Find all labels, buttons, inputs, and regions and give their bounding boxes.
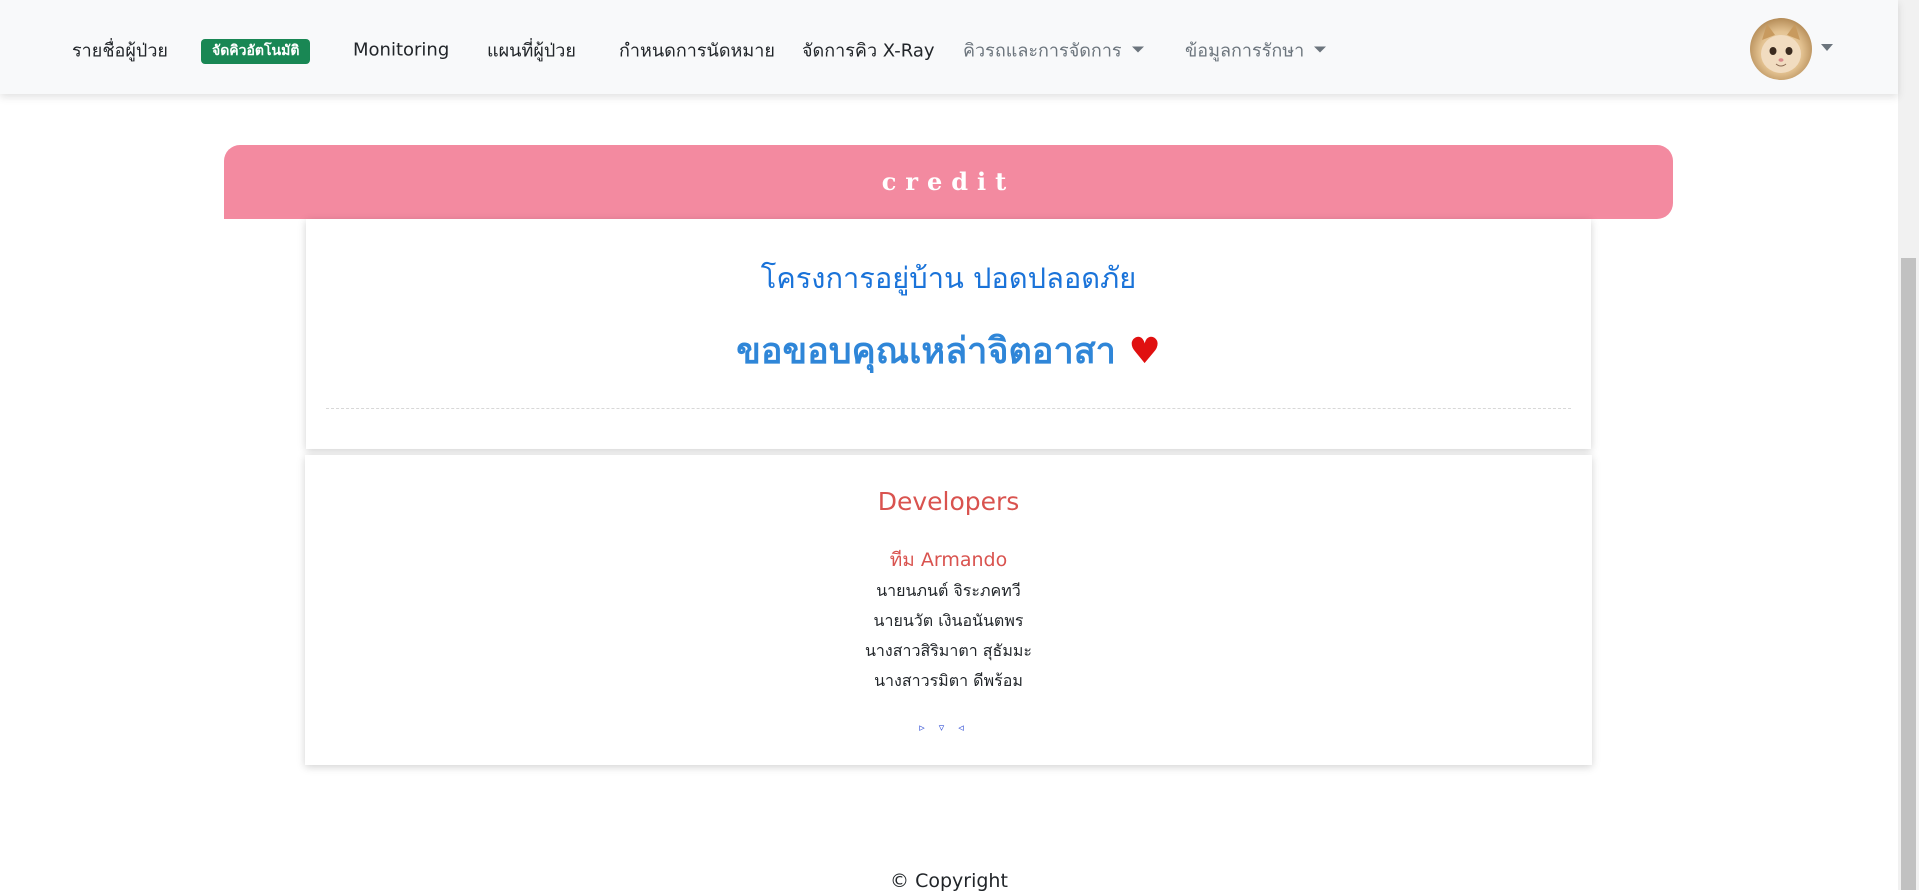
user-menu-caret-icon[interactable] xyxy=(1821,44,1833,51)
developer-member: นายนวัต เงินอนันตพร xyxy=(873,611,1024,630)
developers-title: Developers xyxy=(877,487,1020,516)
nav-patient-list[interactable]: รายชื่อผู้ป่วย xyxy=(72,36,168,65)
developers-card: Developers ทีม Armando นายนภนต์ จิระภคทว… xyxy=(305,455,1592,765)
team-name: ทีม Armando xyxy=(889,549,1008,571)
user-avatar[interactable] xyxy=(1750,18,1812,80)
nav-appointments[interactable]: กำหนดการนัดหมาย xyxy=(619,36,775,65)
credit-banner: credit xyxy=(224,145,1673,219)
developer-member: นางสาวรมิตา ดีพร้อม xyxy=(874,671,1023,690)
project-title: โครงการอยู่บ้าน ปอดปลอดภัย xyxy=(760,261,1137,295)
developer-member: นางสาวสิริมาตา สุธัมมะ xyxy=(864,641,1033,660)
top-navbar: รายชื่อผู้ป่วย จัดคิวอัตโนมัติ Monitorin… xyxy=(0,0,1898,94)
copyright-text: © Copyright xyxy=(890,870,1008,892)
nav-treatment-label: ข้อมูลการรักษา xyxy=(1185,40,1305,62)
thanks-text: ขอขอบคุณเหล่าจิตอาสา xyxy=(736,331,1116,372)
triangle-ornament-icon: ▹▿◃ xyxy=(919,721,978,734)
scrollbar-thumb[interactable] xyxy=(1901,258,1916,890)
nav-treatment-dropdown[interactable]: ข้อมูลการรักษา xyxy=(1185,36,1327,65)
dashed-divider xyxy=(326,408,1571,409)
nav-patient-map[interactable]: แผนที่ผู้ป่วย xyxy=(487,36,576,65)
chevron-down-icon xyxy=(1131,46,1144,53)
chevron-down-icon xyxy=(1314,46,1327,53)
nav-auto-queue-badge[interactable]: จัดคิวอัตโนมัติ xyxy=(201,39,311,64)
thanks-line: ขอขอบคุณเหล่าจิตอาสา ♥ xyxy=(306,322,1591,379)
nav-vehicle-dropdown[interactable]: คิวรถและการจัดการ xyxy=(963,36,1144,65)
developer-member: นายนภนต์ จิระภคทวี xyxy=(876,581,1021,600)
cat-avatar-icon xyxy=(1761,24,1801,73)
credit-card: โครงการอยู่บ้าน ปอดปลอดภัย ขอขอบคุณเหล่า… xyxy=(306,219,1591,449)
credit-banner-label: credit xyxy=(881,167,1016,196)
nav-monitoring[interactable]: Monitoring xyxy=(353,40,449,61)
heart-icon: ♥ xyxy=(1128,331,1161,372)
nav-xray-queue[interactable]: จัดการคิว X-Ray xyxy=(802,36,935,65)
nav-vehicle-label: คิวรถและการจัดการ xyxy=(963,40,1122,62)
